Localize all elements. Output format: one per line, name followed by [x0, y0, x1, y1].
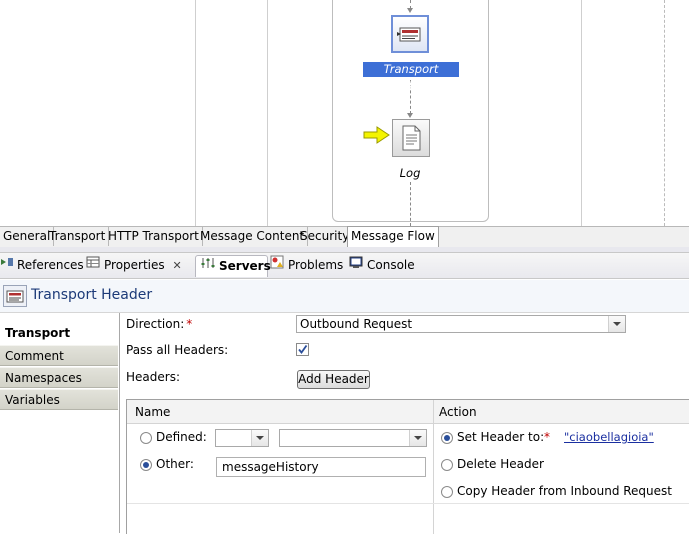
tab-properties-label: Properties: [104, 258, 165, 272]
canvas-lane-divider: [267, 0, 268, 226]
direction-select[interactable]: Outbound Request: [296, 315, 626, 333]
set-header-label: Set Header to:: [457, 430, 545, 444]
pass-all-headers-label: Pass all Headers:: [126, 343, 229, 357]
transport-header-icon: [397, 27, 421, 42]
defined-radio[interactable]: [140, 432, 152, 444]
delete-header-label: Delete Header: [457, 457, 544, 471]
canvas-lane-divider: [664, 0, 666, 226]
transport-header-node[interactable]: [391, 15, 429, 53]
checkmark-icon: [298, 344, 308, 354]
copy-header-label: Copy Header from Inbound Request: [457, 484, 672, 498]
defined-header-select[interactable]: [279, 429, 427, 447]
table-header-row: [127, 400, 689, 424]
headers-label: Headers:: [126, 370, 180, 384]
nav-transport-headers[interactable]: Transport Headers: [0, 323, 118, 361]
tab-references[interactable]: References: [0, 255, 84, 276]
set-header-value-link[interactable]: "ciaobellagioia": [564, 430, 654, 444]
message-flow-canvas[interactable]: Transport Header Log: [0, 0, 689, 226]
properties-section-nav: Transport Headers Comment Namespaces Var…: [0, 313, 120, 533]
transport-header-node-label[interactable]: Transport Header: [363, 62, 459, 91]
properties-header: Transport Header: [0, 280, 689, 313]
chevron-down-icon[interactable]: [608, 316, 625, 332]
other-label: Other:: [156, 457, 194, 471]
view-tab-bar: References Properties ✕ Servers Problems…: [0, 252, 689, 279]
required-marker: *: [186, 317, 193, 331]
tab-message-content[interactable]: Message Content: [197, 227, 309, 246]
tab-problems-label: Problems: [288, 258, 344, 272]
editor-tab-bar: General Transport HTTP Transport Message…: [0, 226, 689, 248]
nav-comment[interactable]: Comment: [0, 345, 118, 366]
name-column-header: Name: [135, 405, 171, 419]
log-icon: [402, 125, 421, 151]
action-column-header: Action: [439, 405, 477, 419]
other-radio[interactable]: [140, 459, 152, 471]
tab-security[interactable]: Security: [297, 227, 354, 246]
defined-label: Defined:: [156, 430, 207, 444]
flow-arrow-icon: [407, 113, 413, 118]
delete-header-radio[interactable]: [441, 459, 453, 471]
row-divider: [127, 503, 689, 504]
canvas-lane-divider: [195, 0, 196, 226]
pass-all-headers-checkbox[interactable]: [296, 343, 309, 356]
tab-message-flow[interactable]: Message Flow: [347, 226, 439, 248]
chevron-down-icon[interactable]: [251, 430, 268, 446]
close-icon[interactable]: ✕: [172, 259, 181, 272]
log-node[interactable]: [392, 119, 430, 157]
headers-table: Name Action Defined: Other: messageHisto…: [126, 399, 689, 534]
tab-console-label: Console: [367, 258, 415, 272]
tab-console[interactable]: Console: [349, 255, 415, 276]
nav-variables[interactable]: Variables: [0, 389, 118, 410]
required-marker: *: [544, 430, 550, 444]
flow-connector: [410, 182, 411, 226]
tab-problems[interactable]: Problems: [270, 255, 344, 276]
copy-header-radio[interactable]: [441, 486, 453, 498]
tab-transport[interactable]: Transport: [46, 227, 110, 246]
problems-icon: [270, 255, 284, 276]
chevron-down-icon[interactable]: [409, 430, 426, 446]
tab-references-label: References: [17, 258, 84, 272]
add-header-button[interactable]: Add Header: [297, 370, 370, 389]
flow-arrow-icon: [407, 8, 413, 13]
current-node-arrow-icon: [363, 126, 390, 144]
other-header-input[interactable]: messageHistory: [216, 457, 426, 477]
properties-icon: [86, 255, 100, 276]
transport-header-icon: [3, 285, 27, 307]
log-node-label[interactable]: Log: [380, 166, 440, 180]
tab-http-transport[interactable]: HTTP Transport: [105, 227, 203, 246]
tab-properties[interactable]: Properties ✕: [83, 255, 193, 276]
canvas-lane-divider: [581, 0, 582, 226]
references-icon: [0, 255, 14, 276]
servers-icon: [201, 256, 215, 277]
direction-label: Direction: *: [126, 317, 193, 331]
console-icon: [349, 255, 363, 276]
nav-namespaces[interactable]: Namespaces: [0, 367, 118, 388]
set-header-radio[interactable]: [441, 432, 453, 444]
defined-namespace-select[interactable]: [215, 429, 269, 447]
properties-title: Transport Header: [31, 287, 153, 303]
tab-servers[interactable]: Servers: [195, 255, 271, 277]
column-divider: [433, 400, 434, 534]
tab-servers-label: Servers: [219, 259, 271, 273]
